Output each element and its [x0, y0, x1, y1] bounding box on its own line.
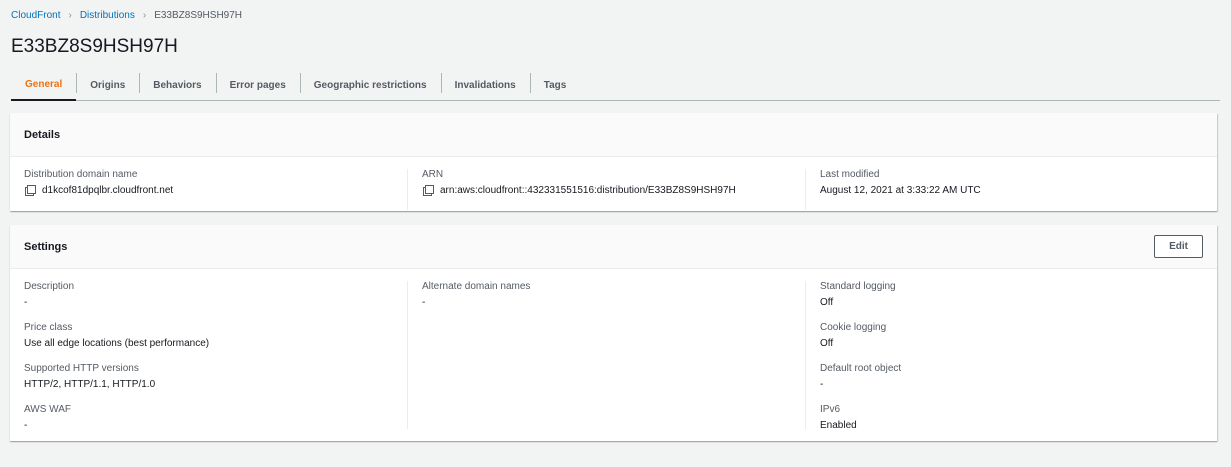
- tab-invalidations[interactable]: Invalidations: [440, 70, 530, 100]
- breadcrumb-cloudfront[interactable]: CloudFront: [11, 10, 60, 21]
- field-value: -: [24, 297, 28, 308]
- modified-label: Last modified: [820, 169, 880, 180]
- domain-value: d1kcof81dpqlbr.cloudfront.net: [42, 185, 174, 196]
- tab-general[interactable]: General: [11, 70, 77, 101]
- field-label: Alternate domain names: [422, 281, 531, 292]
- modified-value: August 12, 2021 at 3:33:22 AM UTC: [820, 185, 981, 196]
- field-value: Enabled: [820, 420, 857, 431]
- field-label: Cookie logging: [820, 322, 887, 333]
- field-value: Off: [820, 338, 834, 349]
- copy-icon[interactable]: [27, 185, 36, 194]
- details-panel: Details Distribution domain name d1kcof81…: [10, 113, 1217, 211]
- breadcrumb-current: E33BZ8S9HSH97H: [154, 10, 243, 21]
- breadcrumb: CloudFront › Distributions › E33BZ8S9HSH97…: [11, 10, 242, 21]
- arn-label: ARN: [422, 169, 444, 180]
- domain-label: Distribution domain name: [24, 169, 138, 180]
- field-label: Supported HTTP versions: [24, 363, 139, 374]
- field-label: IPv6: [820, 404, 841, 415]
- arn-value: arn:aws:cloudfront::432331551516:distrib…: [440, 185, 736, 196]
- tab-error-pages[interactable]: Error pages: [215, 70, 300, 100]
- chevron-right-icon: ›: [68, 10, 72, 21]
- breadcrumb-distributions[interactable]: Distributions: [80, 10, 135, 21]
- tab-behaviors[interactable]: Behaviors: [139, 70, 215, 100]
- settings-panel: Settings Edit Description - Price class Use …: [10, 225, 1217, 441]
- field-label: Description: [24, 281, 75, 292]
- field-value: Use all edge locations (best performance…: [24, 338, 210, 349]
- page-title: E33BZ8S9HSH97H: [11, 36, 178, 57]
- field-label: Standard logging: [820, 281, 896, 292]
- chevron-right-icon: ›: [142, 10, 147, 21]
- tab-tags[interactable]: Tags: [529, 70, 581, 100]
- field-label: AWS WAF: [24, 404, 72, 415]
- field-label: Price class: [24, 322, 73, 333]
- tab-geographic-restrictions[interactable]: Geographic restrictions: [299, 70, 441, 100]
- field-value: -: [24, 420, 28, 431]
- field-value: Off: [820, 297, 834, 308]
- field-value: -: [422, 297, 426, 308]
- field-value: -: [820, 379, 824, 390]
- field-value: HTTP/2, HTTP/1.1, HTTP/1.0: [24, 379, 156, 390]
- details-title: Details: [24, 128, 61, 141]
- copy-icon[interactable]: [425, 185, 434, 194]
- tab-origins[interactable]: Origins: [76, 70, 139, 100]
- edit-button[interactable]: Edit: [1154, 235, 1203, 258]
- field-label: Default root object: [820, 363, 902, 374]
- tab-bar: General Origins Behaviors Error pages Ge…: [11, 70, 1220, 101]
- settings-title: Settings: [24, 240, 68, 253]
